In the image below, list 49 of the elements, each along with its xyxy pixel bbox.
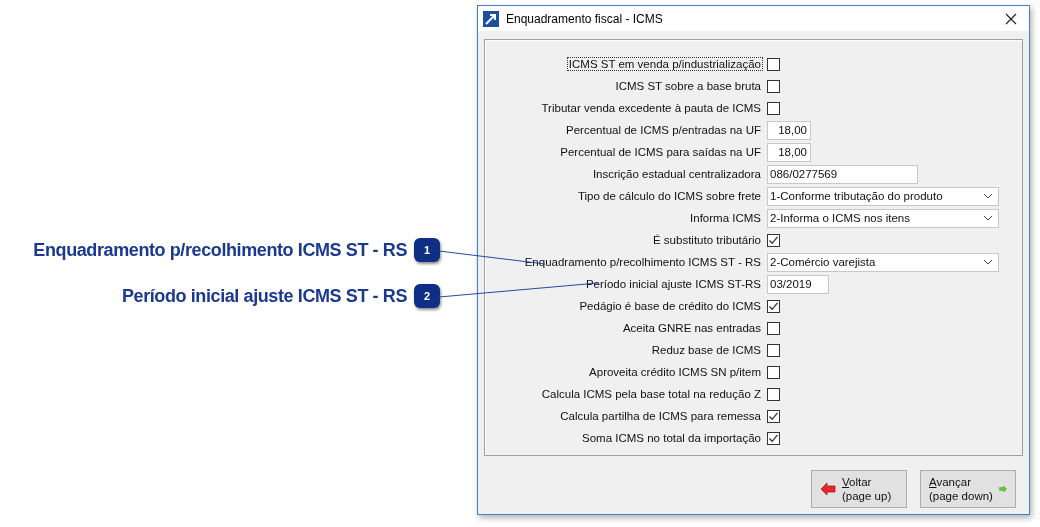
field-label: Calcula partilha de ICMS para remessa	[559, 409, 762, 423]
checkbox[interactable]	[767, 431, 780, 445]
field-label: Percentual de ICMS p/entradas na UF	[565, 123, 762, 137]
checkbox[interactable]	[767, 409, 780, 423]
callout-text: Enquadramento p/recolhimento ICMS ST - RS	[33, 239, 407, 261]
dropdown[interactable]: 2-Informa o ICMS nos itens	[767, 208, 999, 228]
checkbox[interactable]	[767, 57, 780, 71]
field-label: Calcula ICMS pela base total na redução Z	[540, 387, 762, 401]
input-field[interactable]: 03/2019	[767, 274, 829, 294]
callout-badge: 2	[414, 284, 440, 308]
field-label: ICMS ST sobre a base bruta	[614, 79, 762, 93]
field-label: Reduz base de ICMS	[650, 343, 762, 357]
field-label: Inscrição estadual centralizadora	[591, 167, 762, 181]
next-button[interactable]: Avançar (page down)	[920, 470, 1016, 508]
caret-icon[interactable]	[983, 215, 993, 221]
back-button[interactable]: Voltar (page up)	[811, 470, 907, 508]
checkbox[interactable]	[767, 233, 780, 247]
checkbox[interactable]	[767, 343, 780, 357]
field-label: Enquadramento p/recolhimento ICMS ST - RS	[523, 255, 762, 269]
checkbox[interactable]	[767, 101, 780, 115]
checkbox[interactable]	[767, 387, 780, 401]
caret-icon[interactable]	[983, 259, 993, 265]
field-label: ICMS ST em venda p/industrialização	[566, 57, 763, 71]
checkbox[interactable]	[767, 299, 780, 313]
close-icon[interactable]	[1005, 12, 1017, 25]
field-label: Pedágio é base de crédito do ICMS	[578, 299, 762, 313]
app-icon	[483, 10, 499, 27]
number-field[interactable]: 18,00	[767, 120, 811, 140]
checkbox[interactable]	[767, 79, 780, 93]
field-label: Informa ICMS	[689, 211, 762, 225]
callout-text: Período inicial ajuste ICMS ST - RS	[121, 285, 407, 307]
dropdown[interactable]: 2-Comércio varejista	[767, 252, 999, 272]
field-label: Tributar venda excedente à pauta de ICMS	[540, 101, 762, 115]
field-label: Aceita GNRE nas entradas	[621, 321, 762, 335]
input-field[interactable]: 086/0277569	[767, 164, 918, 184]
field-label: Tipo de cálculo do ICMS sobre frete	[576, 189, 762, 203]
checkbox[interactable]	[767, 321, 780, 335]
field-label: Período inicial ajuste ICMS ST-RS	[584, 277, 762, 291]
caret-icon[interactable]	[983, 193, 993, 199]
field-label: Percentual de ICMS para saídas na UF	[559, 145, 762, 159]
field-label: Soma ICMS no total da importação	[581, 431, 762, 445]
field-label: Aproveita crédito ICMS SN p/item	[588, 365, 762, 379]
number-field[interactable]: 18,00	[767, 142, 811, 162]
callout-badge: 1	[414, 238, 440, 262]
dropdown[interactable]: 1-Conforme tributação do produto	[767, 186, 999, 206]
checkbox[interactable]	[767, 365, 780, 379]
window-title: Enquadramento fiscal - ICMS	[506, 11, 664, 26]
field-label: É substituto tributário	[651, 233, 762, 247]
left-arrow-icon	[820, 482, 836, 496]
